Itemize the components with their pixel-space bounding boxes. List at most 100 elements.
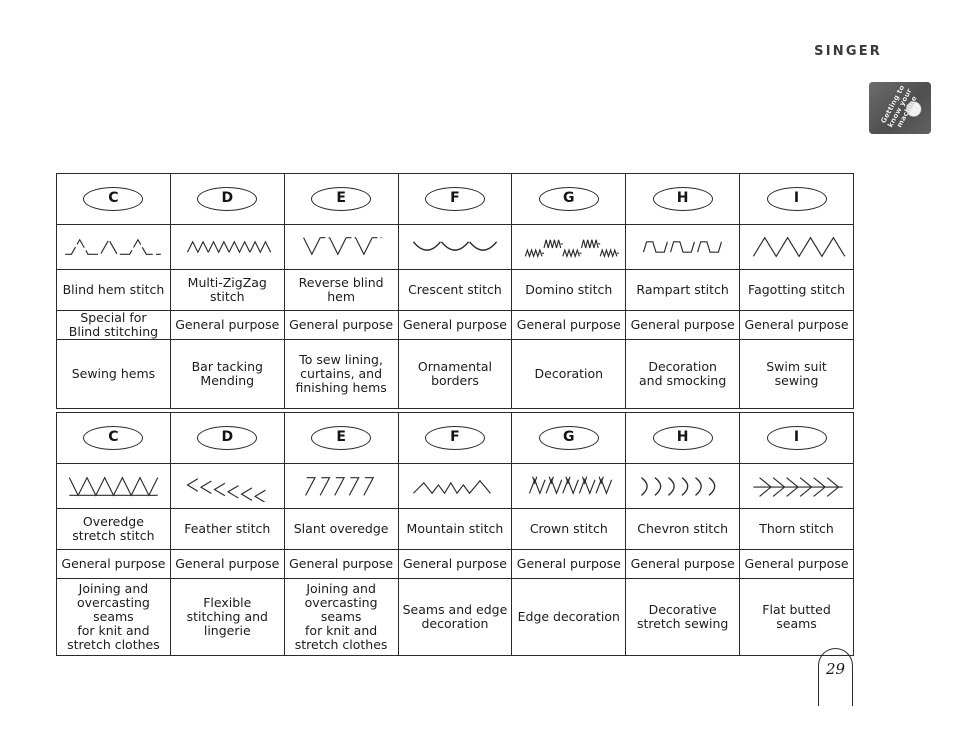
stitch-type-cell: General purpose <box>169 310 285 340</box>
stitch-name-cell: Crescent stitch <box>397 269 513 311</box>
chevron-pattern-icon <box>625 463 741 509</box>
table-2-use-row: Joining and overcasting seams for knit and… <box>56 578 854 656</box>
stitch-type-cell: General purpose <box>625 549 741 579</box>
stitch-name-cell: Domino stitch <box>511 269 627 311</box>
table-2-body: C D E F G H I Overedge stretch stitch Feather st… <box>56 412 854 656</box>
table-1-body: C D E F G H I Blind hem stitch Multi-ZigZag stit… <box>56 173 854 409</box>
stitch-letter-cell: H <box>625 173 741 225</box>
table-1-letter-row: C D E F G H I <box>56 173 854 225</box>
table-2-letter-row: C D E F G H I <box>56 412 854 464</box>
stitch-use-cell: Decorative stretch sewing <box>625 578 741 656</box>
stitch-type-cell: General purpose <box>511 310 627 340</box>
domino-pattern-icon <box>511 224 627 270</box>
stitch-type-cell: General purpose <box>625 310 741 340</box>
stitch-reference-table-1: C D E F G H I Blind hem stitch Multi-ZigZag stit… <box>56 173 854 409</box>
table-2-name-row: Overedge stretch stitch Feather stitch Slan… <box>56 508 854 550</box>
stitch-letter-cell: G <box>511 173 627 225</box>
stitch-name-cell: Overedge stretch stitch <box>56 508 171 550</box>
table-1-name-row: Blind hem stitch Multi-ZigZag stitch Revers… <box>56 269 854 311</box>
stitch-letter-cell: D <box>169 412 285 464</box>
table-2-type-row: General purpose General purpose General pu… <box>56 549 854 579</box>
crown-pattern-icon <box>511 463 627 509</box>
stitch-use-cell: Seams and edge decoration <box>397 578 513 656</box>
stitch-letter-badge-c: C <box>83 426 144 450</box>
stitch-letter-badge-g: G <box>538 187 599 211</box>
stitch-type-cell: General purpose <box>739 549 854 579</box>
stitch-use-cell: Ornamental borders <box>397 339 513 409</box>
stitch-name-cell: Thorn stitch <box>739 508 854 550</box>
stitch-letter-cell: C <box>56 173 171 225</box>
stitch-name-cell: Reverse blind hem <box>283 269 399 311</box>
stitch-use-cell: Bar tacking Mending <box>169 339 285 409</box>
stitch-name-cell: Slant overedge <box>283 508 399 550</box>
feather-pattern-icon <box>169 463 285 509</box>
thorn-pattern-icon <box>739 463 854 509</box>
blind-hem-pattern-icon <box>56 224 171 270</box>
stitch-letter-cell: I <box>739 412 854 464</box>
stitch-use-cell: Sewing hems <box>56 339 171 409</box>
section-thumb-tab: Getting to know your machine <box>869 82 931 134</box>
stitch-letter-cell: E <box>283 412 399 464</box>
stitch-letter-cell: I <box>739 173 854 225</box>
stitch-type-cell: General purpose <box>169 549 285 579</box>
singer-brand-logo: SINGER <box>814 44 882 59</box>
rampart-pattern-icon <box>625 224 741 270</box>
crescent-pattern-icon <box>397 224 513 270</box>
stitch-letter-badge-c: C <box>83 187 144 211</box>
stitch-type-cell: General purpose <box>511 549 627 579</box>
stitch-letter-badge-h: H <box>652 187 713 211</box>
stitch-name-cell: Fagotting stitch <box>739 269 854 311</box>
stitch-type-cell: General purpose <box>283 549 399 579</box>
table-1-pattern-row <box>56 224 854 270</box>
mountain-pattern-icon <box>397 463 513 509</box>
stitch-type-cell: General purpose <box>397 549 513 579</box>
stitch-letter-cell: E <box>283 173 399 225</box>
fagotting-pattern-icon <box>739 224 854 270</box>
stitch-letter-badge-i: I <box>766 187 827 211</box>
slant-overedge-pattern-icon <box>283 463 399 509</box>
stitch-use-cell: Edge decoration <box>511 578 627 656</box>
stitch-name-cell: Crown stitch <box>511 508 627 550</box>
stitch-reference-table-2: C D E F G H I Overedge stretch stitch Feather st… <box>56 412 854 656</box>
stitch-use-cell: To sew lining, curtains, and finishing hem… <box>283 339 399 409</box>
table-1-type-row: Special for Blind stitching General purpos… <box>56 310 854 340</box>
table-2-pattern-row <box>56 463 854 509</box>
stitch-letter-cell: D <box>169 173 285 225</box>
stitch-name-cell: Feather stitch <box>169 508 285 550</box>
page-number: 29 <box>825 660 846 678</box>
stitch-use-cell: Flat butted seams <box>739 578 854 656</box>
stitch-name-cell: Chevron stitch <box>625 508 741 550</box>
stitch-use-cell: Swim suit sewing <box>739 339 854 409</box>
stitch-use-cell: Decoration <box>511 339 627 409</box>
stitch-letter-badge-i: I <box>766 426 827 450</box>
stitch-letter-badge-d: D <box>197 187 258 211</box>
stitch-name-cell: Multi-ZigZag stitch <box>169 269 285 311</box>
page-number-tab: 29 <box>818 648 853 706</box>
reverse-blind-hem-pattern-icon <box>283 224 399 270</box>
stitch-use-cell: Joining and overcasting seams for knit and… <box>56 578 171 656</box>
stitch-letter-badge-f: F <box>424 187 485 211</box>
stitch-use-cell: Joining and overcasting seams for knit and… <box>283 578 399 656</box>
stitch-letter-cell: C <box>56 412 171 464</box>
stitch-letter-badge-f: F <box>424 426 485 450</box>
overedge-stretch-pattern-icon <box>56 463 171 509</box>
table-1-use-row: Sewing hems Bar tacking Mending To sew lini… <box>56 339 854 409</box>
stitch-letter-badge-h: H <box>652 426 713 450</box>
stitch-type-cell: General purpose <box>56 549 171 579</box>
stitch-letter-badge-e: E <box>311 426 372 450</box>
stitch-letter-badge-d: D <box>197 426 258 450</box>
stitch-type-cell: General purpose <box>739 310 854 340</box>
stitch-letter-badge-e: E <box>311 187 372 211</box>
stitch-letter-cell: F <box>397 173 513 225</box>
stitch-type-cell: General purpose <box>397 310 513 340</box>
stitch-name-cell: Blind hem stitch <box>56 269 171 311</box>
stitch-name-cell: Rampart stitch <box>625 269 741 311</box>
stitch-use-cell: Flexible stitching and lingerie <box>169 578 285 656</box>
stitch-letter-cell: F <box>397 412 513 464</box>
stitch-type-cell: General purpose <box>283 310 399 340</box>
stitch-letter-cell: G <box>511 412 627 464</box>
stitch-letter-badge-g: G <box>538 426 599 450</box>
stitch-use-cell: Decoration and smocking <box>625 339 741 409</box>
stitch-name-cell: Mountain stitch <box>397 508 513 550</box>
multi-zigzag-pattern-icon <box>169 224 285 270</box>
